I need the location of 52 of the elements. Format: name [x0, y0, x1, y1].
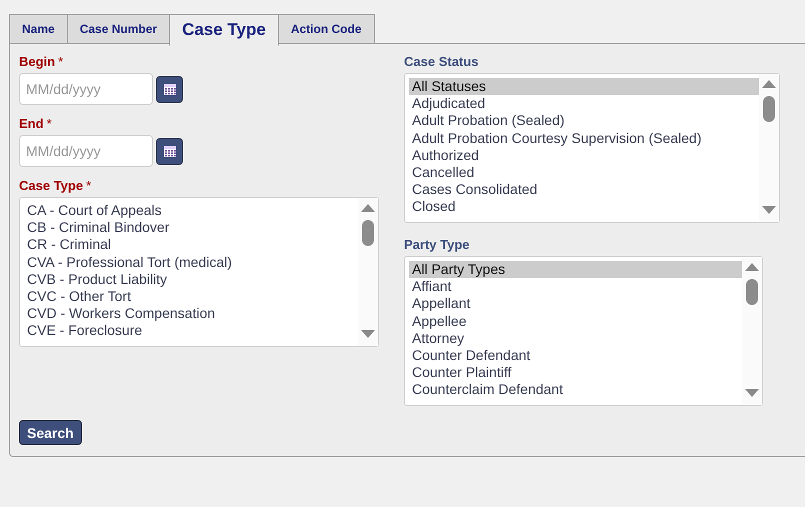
list-option[interactable]: All Statuses [409, 78, 759, 96]
scroll-up-icon[interactable] [361, 204, 375, 212]
list-box[interactable]: All Party Types Affiant Appellant Appellee Attorney Counter Defendant Counter Plaintiff Counterclaim Defendant [404, 256, 763, 406]
calendar-icon [162, 82, 176, 96]
date-input[interactable]: MM/dd/yyyy [19, 73, 153, 105]
scroll-up-icon[interactable] [745, 263, 759, 271]
list-option[interactable]: Adjudicated [409, 95, 759, 112]
scrollbar-thumb[interactable] [763, 96, 775, 122]
scroll-down-icon[interactable] [745, 389, 759, 397]
scrollbar-thumb[interactable] [362, 220, 374, 246]
tab[interactable]: Name [9, 14, 68, 44]
field-label: Begin * [19, 54, 64, 69]
list-option[interactable]: Adult Probation Courtesy Supervision (Sealed) [409, 130, 759, 147]
field-label: Case Status [404, 54, 480, 69]
list-box[interactable]: CA - Court of Appeals CB - Criminal Bindover CR - Criminal CVA - Professional Tort (medical) CVB - Product Liability CVC - Other Tort CVD - Workers Compensation CVE - Foreclosure [19, 197, 379, 347]
field-label: Case Type * [19, 178, 92, 193]
scroll-down-icon[interactable] [762, 206, 776, 214]
list-option[interactable]: CB - Criminal Bindover [24, 219, 358, 236]
list-option[interactable]: Counter Defendant [409, 347, 742, 364]
calendar-icon [162, 144, 176, 158]
field-label: Party Type [404, 237, 471, 252]
list-option[interactable]: Counter Plaintiff [409, 364, 742, 382]
list-option[interactable]: Appellee [409, 312, 742, 330]
field-label: End * [19, 116, 53, 131]
list-option[interactable]: CVC - Other Tort [24, 288, 358, 306]
list-option[interactable]: CVA - Professional Tort (medical) [24, 254, 358, 271]
list-option[interactable]: CVE - Foreclosure [24, 322, 358, 340]
list-option[interactable]: CA - Court of Appeals [24, 202, 358, 220]
list-option[interactable]: All Party Types [409, 261, 742, 278]
scroll-down-icon[interactable] [361, 330, 375, 338]
tab[interactable]: Case Type [169, 14, 279, 46]
list-option[interactable]: Affiant [409, 278, 742, 296]
list-option[interactable]: Counterclaim Defendant [409, 381, 742, 399]
list-option[interactable]: Closed [409, 198, 759, 216]
calendar-button[interactable] [156, 138, 183, 164]
list-option[interactable]: Cases Consolidated [409, 181, 759, 198]
list-option[interactable]: Authorized [409, 146, 759, 164]
list-option[interactable]: Cancelled [409, 164, 759, 182]
scrollbar-thumb[interactable] [746, 279, 758, 305]
scroll-up-icon[interactable] [762, 80, 776, 88]
list-option[interactable]: CVD - Workers Compensation [24, 305, 358, 322]
list-option[interactable]: Appellant [409, 295, 742, 313]
list-option[interactable]: Attorney [409, 330, 742, 348]
tab[interactable]: Case Number [66, 14, 170, 44]
list-box[interactable]: All Statuses Adjudicated Adult Probation (Sealed) Adult Probation Courtesy Supervision (Sealed) Authorized Cancelled Cases Consolidated Closed [404, 73, 780, 223]
list-option[interactable]: Adult Probation (Sealed) [409, 112, 759, 130]
date-input[interactable]: MM/dd/yyyy [19, 135, 153, 167]
list-option[interactable]: CR - Criminal [24, 236, 358, 254]
tab[interactable]: Action Code [278, 14, 375, 44]
search-button[interactable]: Search [19, 420, 82, 445]
calendar-button[interactable] [156, 76, 183, 102]
list-option[interactable]: CVB - Product Liability [24, 270, 358, 288]
